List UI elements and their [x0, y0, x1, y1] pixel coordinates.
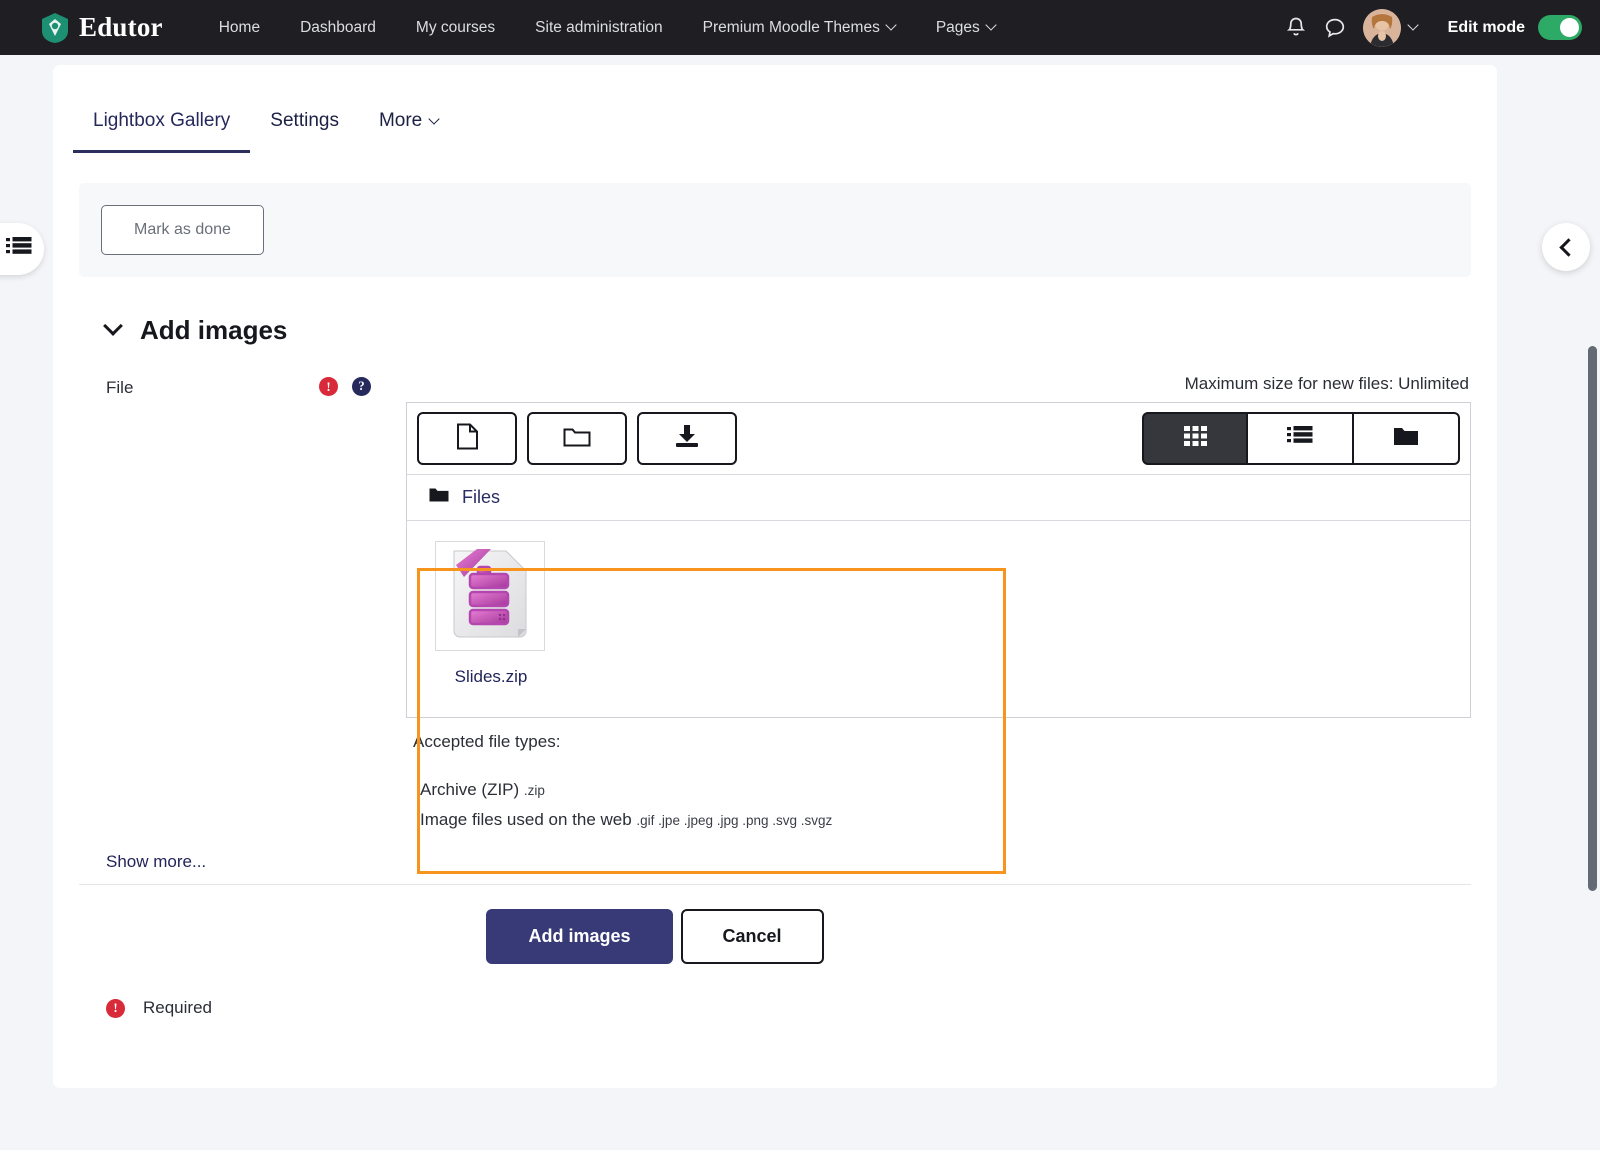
- file-manager-toolbar: [407, 403, 1470, 475]
- shield-logo-icon: [40, 12, 70, 44]
- create-folder-button[interactable]: [527, 412, 627, 465]
- file-manager-view-toggle: [1142, 412, 1460, 465]
- file-label: File: [106, 374, 133, 398]
- activity-tabs: Lightbox Gallery Settings More: [53, 65, 1497, 153]
- accepted-file-types-title: Accepted file types:: [413, 732, 1471, 752]
- add-file-button[interactable]: [417, 412, 517, 465]
- nav-link-label: Dashboard: [300, 19, 376, 37]
- accepted-type-extensions: .gif .jpe .jpeg .jpg .png .svg .svgz: [636, 813, 832, 828]
- accepted-type-extensions: .zip: [524, 783, 545, 798]
- nav-link-label: Home: [219, 19, 260, 37]
- tab-label: Lightbox Gallery: [93, 110, 230, 132]
- page-body: Lightbox Gallery Settings More Mark as d…: [0, 55, 1600, 1150]
- breadcrumb-files[interactable]: Files: [462, 487, 500, 508]
- top-navbar: Edutor Home Dashboard My courses Site ad…: [0, 0, 1600, 55]
- primary-nav: Home Dashboard My courses Site administr…: [199, 11, 1016, 45]
- brand-name: Edutor: [79, 12, 163, 43]
- list-item[interactable]: Slides.zip: [435, 541, 547, 687]
- nav-link-label: My courses: [416, 19, 495, 37]
- file-field-col: Maximum size for new files: Unlimited: [406, 374, 1471, 830]
- user-menu[interactable]: [1363, 9, 1418, 47]
- grid-icon: [1183, 425, 1208, 452]
- tab-label: More: [379, 110, 422, 132]
- accepted-file-types-list: Archive (ZIP) .zip Image files used on t…: [413, 780, 1471, 830]
- file-manager: Files: [406, 402, 1471, 718]
- chevron-left-icon: [1559, 238, 1577, 256]
- add-images-button[interactable]: Add images: [486, 909, 672, 964]
- required-exclamation-icon: !: [106, 999, 125, 1018]
- edit-mode-toggle[interactable]: Edit mode: [1448, 15, 1582, 40]
- chevron-down-icon: [430, 115, 439, 124]
- grid-view-button[interactable]: [1142, 412, 1248, 465]
- chevron-down-icon: [987, 21, 996, 30]
- nav-link-my-courses[interactable]: My courses: [396, 11, 515, 45]
- accepted-type-label: Archive (ZIP): [420, 780, 519, 799]
- file-form-row: File ! ? Maximum size for new files: Unl…: [79, 374, 1471, 830]
- download-all-button[interactable]: [637, 412, 737, 465]
- max-size-text: Maximum size for new files: Unlimited: [406, 374, 1471, 394]
- show-more-link[interactable]: Show more...: [79, 852, 1471, 872]
- completion-strip: Mark as done: [79, 183, 1471, 277]
- required-exclamation-icon[interactable]: !: [319, 377, 338, 396]
- divider: [79, 884, 1471, 885]
- bell-icon[interactable]: [1285, 16, 1307, 40]
- accepted-type-row: Image files used on the web .gif .jpe .j…: [420, 810, 1471, 830]
- file-manager-breadcrumb: Files: [407, 475, 1470, 521]
- folder-filled-icon: [429, 487, 449, 508]
- nav-link-home[interactable]: Home: [199, 11, 280, 45]
- navbar-right-controls: Edit mode: [1285, 9, 1582, 47]
- required-legend-text: Required: [143, 998, 212, 1018]
- page-scrollbar-thumb[interactable]: [1588, 346, 1597, 891]
- nav-link-dashboard[interactable]: Dashboard: [280, 11, 396, 45]
- tree-view-button[interactable]: [1354, 412, 1460, 465]
- help-question-icon[interactable]: ?: [352, 377, 371, 396]
- accepted-type-label: Image files used on the web: [420, 810, 632, 829]
- cancel-button[interactable]: Cancel: [681, 909, 824, 964]
- course-index-list-icon: [6, 237, 32, 262]
- block-drawer-collapse-button[interactable]: [1542, 223, 1590, 271]
- required-legend: ! Required: [79, 998, 1471, 1018]
- chevron-down-icon: [1409, 21, 1418, 30]
- mark-as-done-button[interactable]: Mark as done: [101, 205, 264, 255]
- accepted-file-types: Accepted file types: Archive (ZIP) .zip …: [406, 732, 1471, 830]
- page-title: Add images: [140, 315, 287, 346]
- nav-link-pages[interactable]: Pages: [916, 11, 1016, 45]
- folder-outline-icon: [563, 425, 591, 453]
- form-actions: Add images Cancel: [79, 909, 1471, 964]
- nav-link-label: Pages: [936, 19, 980, 37]
- file-label-col: File ! ?: [106, 374, 406, 830]
- chevron-down-icon: [887, 21, 896, 30]
- tab-settings[interactable]: Settings: [250, 110, 359, 153]
- folder-filled-icon: [1393, 426, 1419, 452]
- nav-link-premium-moodle-themes[interactable]: Premium Moodle Themes: [683, 11, 916, 45]
- chat-bubble-icon[interactable]: [1323, 16, 1347, 40]
- file-manager-body: Slides.zip: [407, 521, 1470, 717]
- nav-link-label: Site administration: [535, 19, 663, 37]
- nav-link-label: Premium Moodle Themes: [703, 19, 880, 37]
- activity-card: Mark as done Add images File ! ? Maximum…: [53, 153, 1497, 1088]
- edit-mode-switch[interactable]: [1538, 15, 1582, 40]
- accepted-type-row: Archive (ZIP) .zip: [420, 780, 1471, 800]
- course-index-drawer-toggle[interactable]: [0, 223, 44, 275]
- tab-lightbox-gallery[interactable]: Lightbox Gallery: [73, 110, 250, 153]
- tab-more[interactable]: More: [359, 110, 459, 153]
- edit-mode-label: Edit mode: [1448, 19, 1525, 37]
- download-icon: [674, 424, 700, 453]
- brand-logo-link[interactable]: Edutor: [40, 12, 163, 44]
- tab-label: Settings: [270, 110, 339, 132]
- zip-archive-icon: [435, 541, 545, 651]
- document-icon: [456, 423, 479, 455]
- add-images-section-header[interactable]: Add images: [106, 315, 1471, 346]
- list-icon: [1287, 426, 1313, 451]
- chevron-down-icon: [103, 316, 123, 336]
- avatar: [1363, 9, 1401, 47]
- file-name: Slides.zip: [435, 667, 547, 687]
- nav-link-site-administration[interactable]: Site administration: [515, 11, 683, 45]
- list-view-button[interactable]: [1248, 412, 1354, 465]
- file-label-badges: ! ?: [319, 374, 406, 396]
